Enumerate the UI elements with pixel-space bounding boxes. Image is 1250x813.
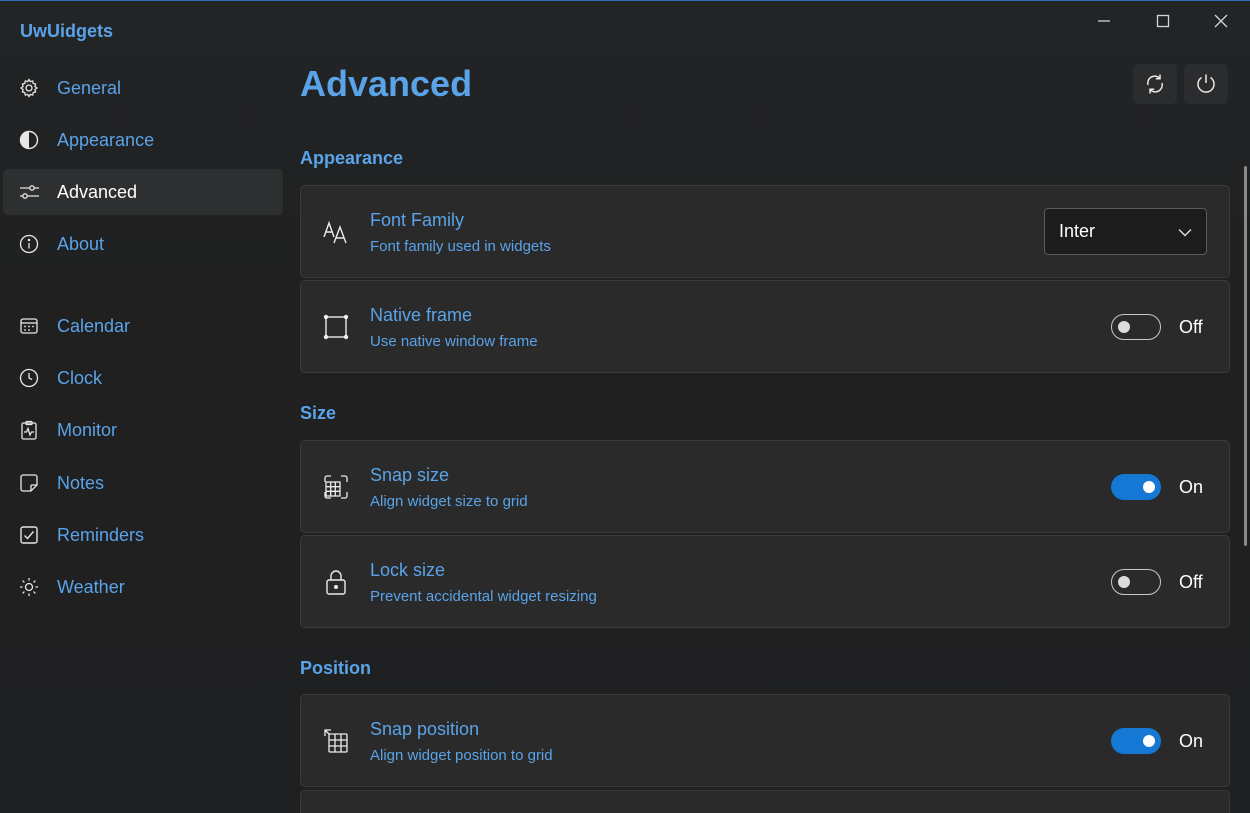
- toggle-state-label: On: [1179, 476, 1204, 497]
- sidebar-item-about[interactable]: About: [3, 221, 283, 267]
- monitor-icon: [19, 420, 39, 440]
- sidebar-item-calendar[interactable]: Calendar: [3, 303, 283, 349]
- snap-size-toggle[interactable]: On: [1111, 474, 1205, 500]
- close-icon: [1214, 14, 1228, 28]
- sidebar-item-label: Monitor: [57, 419, 118, 440]
- font-family-dropdown[interactable]: Inter: [1044, 208, 1207, 255]
- sidebar-item-label: Notes: [57, 472, 105, 493]
- close-button[interactable]: [1192, 1, 1250, 41]
- dropdown-value: Inter: [1059, 221, 1096, 241]
- app-window: UwUidgets General Appearance Advanced Ab…: [0, 0, 1250, 813]
- setting-font-family: Font Family Font family used in widgets …: [300, 185, 1230, 278]
- toggle-state-label: Off: [1179, 571, 1203, 592]
- setting-title: Snap size: [370, 465, 450, 485]
- setting-snap-size: Snap size Align widget size to grid On: [300, 440, 1230, 533]
- sidebar-item-advanced[interactable]: Advanced: [3, 169, 283, 215]
- setting-card-partial: [300, 790, 1230, 813]
- sidebar-item-label: Weather: [57, 576, 125, 597]
- toggle-switch[interactable]: [1111, 728, 1161, 754]
- toggle-state-label: Off: [1179, 316, 1203, 337]
- sidebar-item-label: Calendar: [57, 315, 131, 336]
- gear-icon: [19, 78, 39, 98]
- maximize-icon: [1156, 14, 1170, 28]
- sidebar-item-label: General: [57, 77, 122, 98]
- lock-size-toggle[interactable]: Off: [1111, 569, 1205, 595]
- setting-title: Lock size: [370, 560, 446, 580]
- section-header-position: Position: [300, 658, 371, 678]
- setting-description: Align widget size to grid: [370, 493, 528, 510]
- setting-description: Align widget position to grid: [370, 747, 553, 764]
- setting-description: Font family used in widgets: [370, 238, 551, 255]
- toggle-switch[interactable]: [1111, 474, 1161, 500]
- snap-position-toggle[interactable]: On: [1111, 728, 1205, 754]
- setting-title: Native frame: [370, 305, 473, 325]
- setting-description: Use native window frame: [370, 333, 538, 350]
- info-icon: [19, 234, 39, 254]
- power-button[interactable]: [1184, 64, 1228, 104]
- lock-icon: [321, 567, 351, 597]
- toggle-state-label: On: [1179, 730, 1204, 751]
- checkbox-icon: [19, 525, 39, 545]
- calendar-icon: [19, 316, 39, 336]
- minimize-icon: [1098, 20, 1110, 22]
- app-title: UwUidgets: [20, 21, 114, 41]
- toggle-knob: [1143, 735, 1155, 747]
- toggle-knob: [1143, 481, 1155, 493]
- sidebar-item-label: Appearance: [57, 129, 155, 150]
- contrast-icon: [19, 130, 39, 150]
- sidebar-item-general[interactable]: General: [3, 65, 283, 111]
- sun-icon: [19, 577, 39, 597]
- maximize-button[interactable]: [1134, 1, 1192, 41]
- refresh-icon: [1147, 74, 1163, 94]
- note-icon: [19, 473, 39, 493]
- toggle-switch[interactable]: [1111, 569, 1161, 595]
- sidebar-item-weather[interactable]: Weather: [3, 564, 283, 610]
- toggle-knob: [1118, 321, 1130, 333]
- power-icon: [1197, 74, 1215, 93]
- native-frame-toggle[interactable]: Off: [1111, 314, 1205, 340]
- refresh-button[interactable]: [1133, 64, 1177, 104]
- setting-description: Prevent accidental widget resizing: [370, 588, 597, 605]
- clock-icon: [19, 368, 39, 388]
- section-header-size: Size: [300, 403, 337, 423]
- sidebar-item-label: Advanced: [57, 181, 138, 202]
- sidebar-item-notes[interactable]: Notes: [3, 460, 283, 506]
- snap-position-icon: [321, 726, 351, 756]
- sliders-icon: [19, 182, 39, 202]
- sidebar-item-clock[interactable]: Clock: [3, 355, 283, 401]
- page-title: Advanced: [300, 63, 473, 104]
- snap-size-icon: [321, 472, 351, 502]
- sidebar-item-appearance[interactable]: Appearance: [3, 117, 283, 163]
- frame-icon: [321, 312, 351, 342]
- minimize-button[interactable]: [1075, 1, 1133, 41]
- toggle-switch[interactable]: [1111, 314, 1161, 340]
- setting-native-frame: Native frame Use native window frame Off: [300, 280, 1230, 373]
- sidebar-item-label: About: [57, 233, 105, 254]
- sidebar-item-label: Reminders: [57, 524, 145, 545]
- setting-snap-position: Snap position Align widget position to g…: [300, 694, 1230, 787]
- setting-lock-size: Lock size Prevent accidental widget resi…: [300, 535, 1230, 628]
- font-size-icon: [321, 217, 351, 247]
- sidebar-item-monitor[interactable]: Monitor: [3, 407, 283, 453]
- sidebar-item-label: Clock: [57, 367, 103, 388]
- setting-title: Font Family: [370, 210, 465, 230]
- chevron-down-icon: [1178, 229, 1192, 237]
- scrollbar[interactable]: [1244, 166, 1247, 546]
- sidebar-item-reminders[interactable]: Reminders: [3, 512, 283, 558]
- toggle-knob: [1118, 576, 1130, 588]
- section-header-appearance: Appearance: [300, 148, 404, 168]
- setting-title: Snap position: [370, 719, 480, 739]
